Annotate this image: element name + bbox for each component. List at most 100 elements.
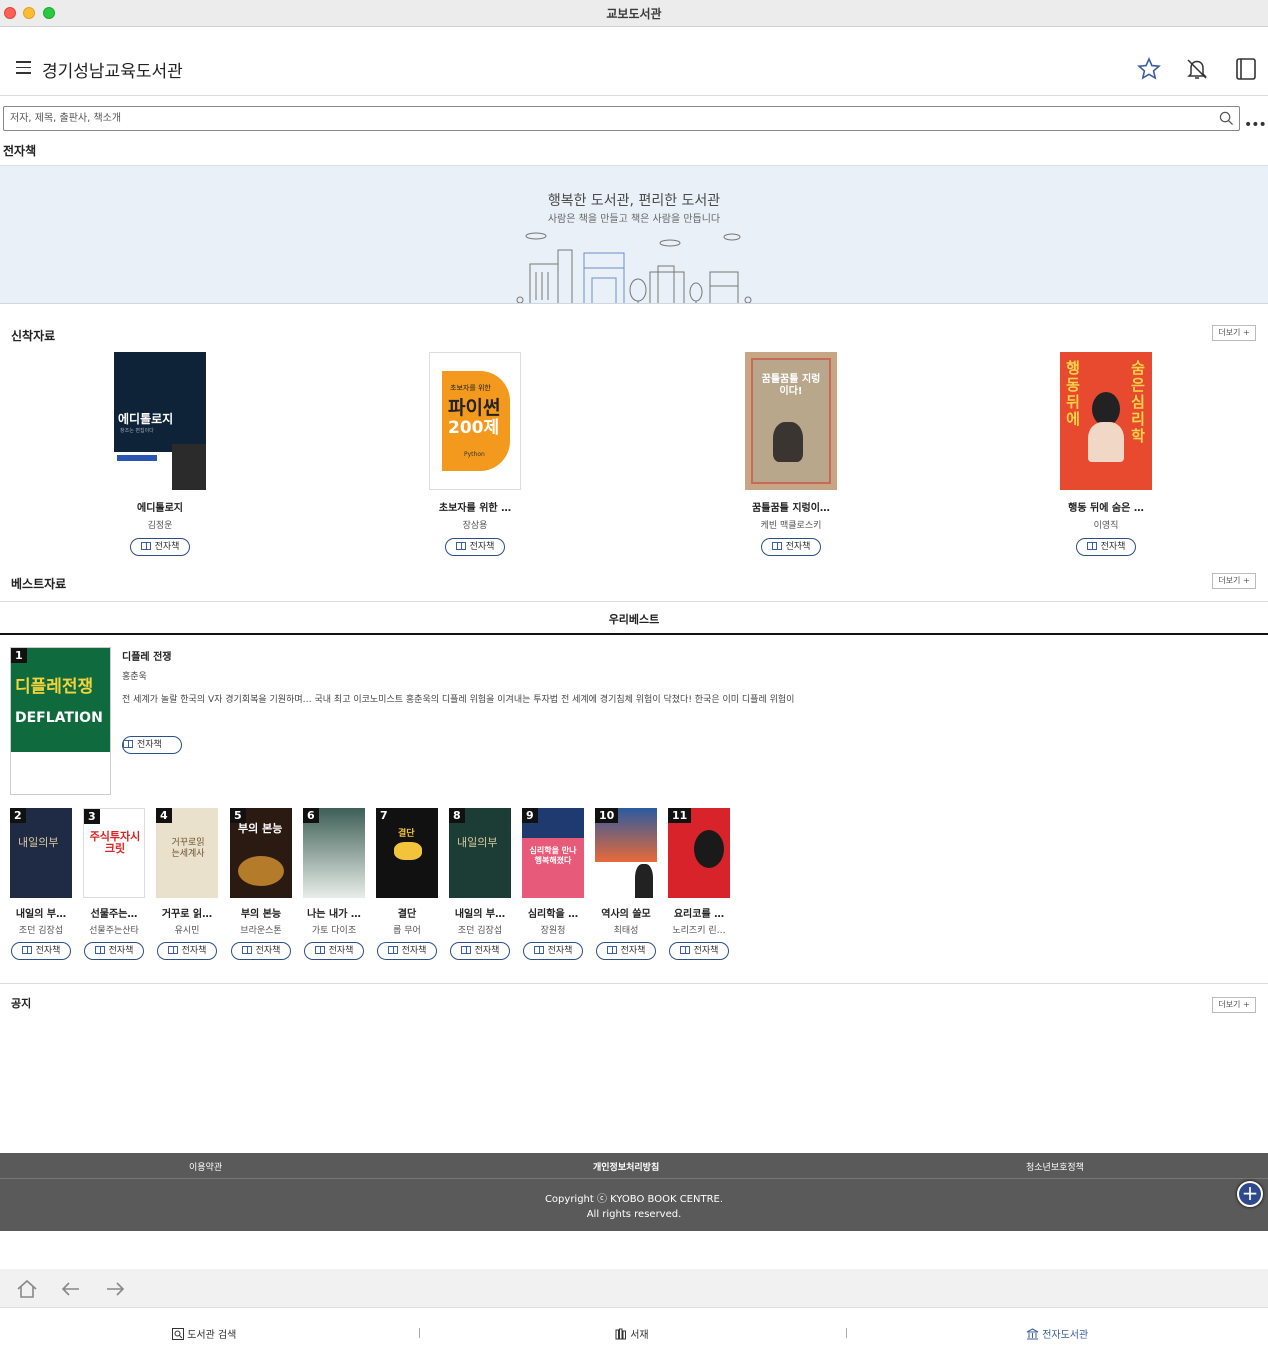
book-cover[interactable]: 9 심리학을 만나 행복해졌다 <box>522 808 584 898</box>
cover-title: 꿈틀꿈틀 지렁이다! <box>761 374 821 397</box>
cover-title: 거꾸로읽는세계사 <box>171 838 205 859</box>
ebook-button[interactable]: 전자책 <box>377 942 437 960</box>
book-cover[interactable]: 4 거꾸로읽는세계사 <box>156 808 218 898</box>
ebook-button[interactable]: 전자책 <box>122 736 182 754</box>
book-author: 장원청 <box>540 926 566 936</box>
rank-badge: 10 <box>595 808 619 823</box>
library-building-icon <box>1026 1328 1039 1340</box>
book-cover[interactable]: 꿈틀꿈틀 지렁이다! <box>745 352 837 490</box>
terms-link[interactable]: 이용약관 <box>189 1160 222 1173</box>
book-cover[interactable]: 11 <box>668 808 730 898</box>
book-cover[interactable]: 10 <box>595 808 657 898</box>
more-options-icon[interactable]: ••• <box>1244 117 1267 133</box>
book-title[interactable]: 심리학을 … <box>522 905 584 920</box>
book-title[interactable]: 선물주는… <box>83 905 145 920</box>
ebook-button[interactable]: 전자책 <box>761 538 821 556</box>
ebook-button[interactable]: 전자책 <box>130 538 190 556</box>
copyright: Copyright ⓒ KYOBO BOOK CENTRE. All right… <box>0 1192 1268 1222</box>
book-title[interactable]: 내일의 부… <box>10 905 72 920</box>
floating-plus-button[interactable]: + <box>1237 1181 1263 1207</box>
book-cover[interactable]: 행동뒤에 숨은심리학 <box>1060 352 1152 490</box>
book-author: 장삼용 <box>462 521 488 531</box>
book-icon <box>314 946 325 954</box>
ebook-button[interactable]: 전자책 <box>669 942 729 960</box>
book-viewer-icon[interactable] <box>1234 57 1258 81</box>
tab-label: 전자도서관 <box>1042 1330 1089 1341</box>
rank-badge: 6 <box>303 808 319 823</box>
forward-arrow-icon[interactable] <box>103 1277 127 1301</box>
youth-protection-link[interactable]: 청소년보호정책 <box>1026 1160 1084 1173</box>
search-input[interactable] <box>10 110 1200 127</box>
ebook-button-label: 전자책 <box>108 946 134 956</box>
tab-shelf[interactable]: 서재 <box>615 1326 649 1341</box>
book-title[interactable]: 요리코를 … <box>668 905 730 920</box>
book-cover[interactable]: 3 주식투자시크릿 <box>83 808 145 898</box>
tab-library-search[interactable]: 도서관 검색 <box>172 1326 236 1341</box>
tab-ebook-library[interactable]: 전자도서관 <box>1026 1326 1088 1341</box>
book-title[interactable]: 행동 뒤에 숨은 … <box>1036 499 1176 514</box>
banner-title: 행복한 도서관, 편리한 도서관 <box>547 193 721 209</box>
book-author: 가토 다이조 <box>311 926 357 936</box>
ebook-button[interactable]: 전자책 <box>523 942 583 960</box>
ebook-button-label: 전자책 <box>401 946 427 956</box>
book-cover[interactable]: 초보자를 위한 파이썬 200제 Python <box>429 352 521 490</box>
book-author: 선물주는산타 <box>89 926 139 936</box>
book-cover[interactable]: 8 내일의부 <box>449 808 511 898</box>
new-arrivals-title: 신착자료 <box>11 329 56 343</box>
ebook-button[interactable]: 전자책 <box>445 538 505 556</box>
ebook-button[interactable]: 전자책 <box>84 942 144 960</box>
new-arrivals-more-button[interactable]: 더보기 + <box>1212 325 1256 341</box>
book-author: 롭 무어 <box>393 926 421 936</box>
book-title[interactable]: 부의 본능 <box>230 905 292 920</box>
rank-badge: 11 <box>668 808 692 823</box>
back-arrow-icon[interactable] <box>59 1277 83 1301</box>
copyright-line: All rights reserved. <box>586 1209 682 1220</box>
book-icon <box>21 946 32 954</box>
ebook-button[interactable]: 전자책 <box>304 942 364 960</box>
book-cover[interactable]: 에디톨로지 창조는 편집이다 <box>114 352 206 490</box>
home-icon[interactable] <box>15 1277 39 1301</box>
search-icon[interactable] <box>1219 111 1234 126</box>
ebook-button[interactable]: 전자책 <box>157 942 217 960</box>
bell-off-icon[interactable] <box>1185 57 1209 81</box>
ebook-button[interactable]: 전자책 <box>231 942 291 960</box>
privacy-policy-link[interactable]: 개인정보처리방침 <box>593 1160 659 1173</box>
notice-more-button[interactable]: 더보기 + <box>1212 997 1256 1013</box>
book-title[interactable]: 거꾸로 읽… <box>156 905 218 920</box>
library-banner: 행복한 도서관, 편리한 도서관 사람은 책을 만들고 책은 사람을 만듭니다 <box>0 165 1268 304</box>
book-title[interactable]: 초보자를 위한 … <box>405 499 545 514</box>
ebook-button[interactable]: 전자책 <box>450 942 510 960</box>
book-title[interactable]: 내일의 부… <box>449 905 511 920</box>
book-title[interactable]: 꿈틀꿈틀 지렁이… <box>721 499 861 514</box>
rank-badge: 9 <box>522 808 538 823</box>
book-cover[interactable]: 1 디플레전쟁 DEFLATION <box>10 647 111 795</box>
book-icon <box>387 946 398 954</box>
rank-badge: 1 <box>11 648 27 663</box>
ebook-button[interactable]: 전자책 <box>596 942 656 960</box>
cover-title: 심리학을 만나 행복해졌다 <box>529 846 577 865</box>
new-book-item: 행동뒤에 숨은심리학 행동 뒤에 숨은 … 이영직 전자책 <box>1036 352 1176 556</box>
ebook-button[interactable]: 전자책 <box>11 942 71 960</box>
book-icon <box>123 740 133 748</box>
book-title[interactable]: 역사의 쓸모 <box>595 905 657 920</box>
book-cover[interactable]: 7 결단 <box>376 808 438 898</box>
book-title[interactable]: 결단 <box>376 905 438 920</box>
best-more-button[interactable]: 더보기 + <box>1212 573 1256 589</box>
book-icon <box>167 946 178 954</box>
book-cover[interactable]: 6 <box>303 808 365 898</box>
bookshelf-icon <box>615 1328 626 1340</box>
book-cover[interactable]: 2 내일의부 <box>10 808 72 898</box>
star-icon[interactable] <box>1137 57 1161 81</box>
menu-icon[interactable] <box>16 61 31 74</box>
cover-title: 에디톨로지 <box>118 412 174 426</box>
ebook-button[interactable]: 전자책 <box>1076 538 1136 556</box>
book-title[interactable]: 에디톨로지 <box>90 499 230 514</box>
book-title[interactable]: 나는 내가 … <box>303 905 365 920</box>
city-illustration <box>516 232 752 303</box>
tab-our-best[interactable]: 우리베스트 <box>0 611 1268 627</box>
best-book-item: 4 거꾸로읽는세계사 거꾸로 읽… 유시민 전자책 <box>156 808 218 960</box>
best-tabs: 우리베스트 <box>0 601 1268 635</box>
book-title[interactable]: 디플레 전쟁 <box>122 648 171 663</box>
book-icon <box>241 946 252 954</box>
book-cover[interactable]: 5 부의 본능 <box>230 808 292 898</box>
